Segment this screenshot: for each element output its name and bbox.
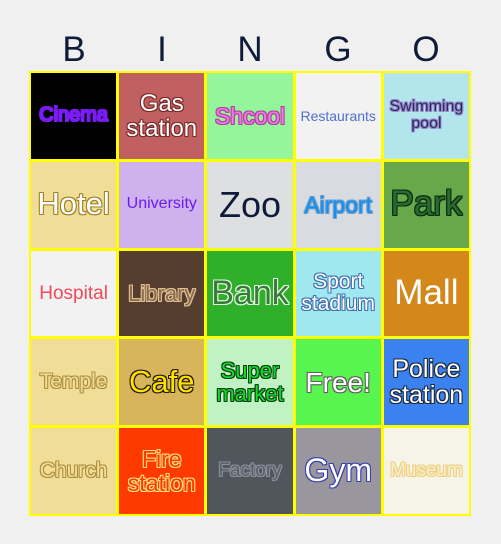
bingo-cell-cinema[interactable]: Cinema — [31, 73, 117, 159]
header-letter-o: O — [412, 30, 440, 69]
cell-label: Police station — [389, 355, 464, 410]
cell-label: Hotel — [37, 186, 110, 222]
cell-label: Park — [390, 184, 463, 224]
cell-label: University — [126, 195, 197, 213]
bingo-board: Cinema Gas station Shcool Restaurants Swimmi… — [29, 71, 471, 516]
cell-label: Mall — [394, 273, 459, 313]
bingo-cell-hospital[interactable]: Hospital — [31, 250, 117, 337]
cell-label: Zoo — [218, 183, 282, 225]
cell-label: Gas station — [126, 89, 198, 142]
bingo-cell-super-market[interactable]: Super market — [207, 339, 293, 426]
cell-label: Restaurants — [300, 107, 376, 124]
cell-label: Church — [39, 459, 108, 483]
header-letter-n: N — [237, 30, 263, 69]
bingo-cell-gym[interactable]: Gym — [295, 428, 381, 514]
bingo-cell-mall[interactable]: Mall — [383, 250, 469, 337]
cell-label: Museum — [389, 460, 463, 482]
bingo-cell-bank[interactable]: Bank — [207, 250, 293, 337]
cell-label: Airport — [304, 191, 373, 218]
bingo-cell-cafe[interactable]: Cafe — [119, 339, 205, 426]
bingo-cell-factory[interactable]: Factory — [207, 428, 293, 514]
header-letter-i: I — [157, 30, 167, 69]
cell-label: Gym — [304, 452, 372, 489]
cell-label: Bank — [211, 273, 289, 312]
bingo-header: B I N G O — [30, 28, 470, 72]
header-letter-b: B — [62, 30, 86, 69]
cell-label: Temple — [39, 370, 108, 394]
bingo-cell-shcool[interactable]: Shcool — [207, 73, 293, 159]
cell-label: Free! — [305, 366, 371, 398]
bingo-cell-church[interactable]: Church — [31, 428, 117, 514]
cell-label: Shcool — [214, 102, 286, 129]
cell-label: Hospital — [39, 282, 108, 304]
bingo-cell-zoo[interactable]: Zoo — [207, 161, 293, 248]
bingo-cell-airport[interactable]: Airport — [295, 161, 381, 248]
bingo-cell-park[interactable]: Park — [383, 161, 469, 248]
cell-label: Sport stadium — [301, 270, 375, 316]
cell-label: Super market — [216, 358, 284, 407]
bingo-cell-university[interactable]: University — [119, 161, 205, 248]
bingo-cell-hotel[interactable]: Hotel — [31, 161, 117, 248]
header-letter-g: G — [324, 30, 352, 69]
cell-label: Cafe — [129, 364, 195, 400]
bingo-cell-restaurants[interactable]: Restaurants — [295, 73, 381, 159]
bingo-cell-museum[interactable]: Museum — [383, 428, 469, 514]
bingo-cell-police-station[interactable]: Police station — [383, 339, 469, 426]
bingo-cell-free[interactable]: Free! — [295, 339, 381, 426]
cell-label: Library — [128, 280, 196, 306]
bingo-cell-sport-stadium[interactable]: Sport stadium — [295, 250, 381, 337]
bingo-cell-swimming-pool[interactable]: Swimming pool — [383, 73, 469, 159]
cell-label: Factory — [218, 460, 282, 482]
bingo-cell-temple[interactable]: Temple — [31, 339, 117, 426]
cell-label: Cinema — [39, 104, 109, 127]
bingo-cell-library[interactable]: Library — [119, 250, 205, 337]
cell-label: Fire station — [127, 445, 196, 497]
cell-label: Swimming pool — [389, 98, 464, 132]
bingo-cell-fire-station[interactable]: Fire station — [119, 428, 205, 514]
bingo-cell-gas-station[interactable]: Gas station — [119, 73, 205, 159]
